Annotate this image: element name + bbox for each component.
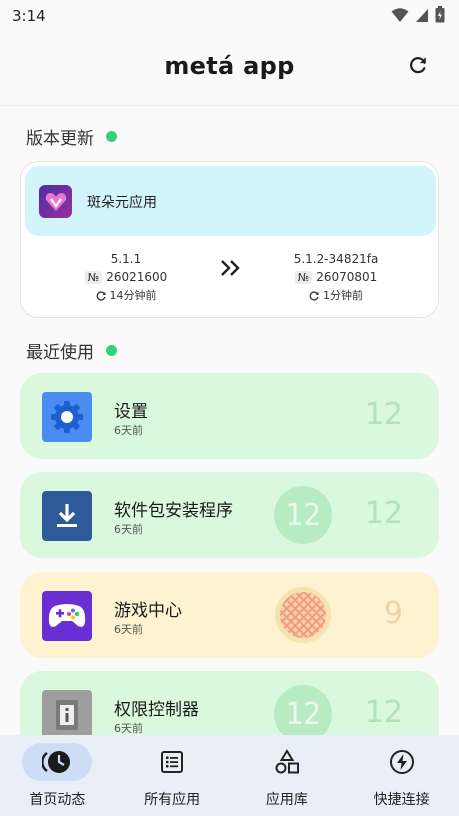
- shapes-icon: [275, 749, 299, 774]
- list-icon: [161, 751, 184, 773]
- download-icon: [42, 491, 92, 541]
- old-version: 5.1.1: [110, 252, 142, 266]
- double-chevron-right-icon: [221, 260, 240, 276]
- status-icons: [391, 6, 445, 23]
- app-name: 游戏中心: [114, 601, 182, 621]
- android-12-badge-icon: 12: [274, 486, 332, 544]
- app-name: 软件包安装程序: [114, 501, 233, 521]
- gamepad-icon: [42, 591, 92, 641]
- old-age-text: 14分钟前: [109, 289, 157, 302]
- api-level: 12: [364, 695, 403, 730]
- old-code-value: 26021600: [106, 270, 168, 284]
- clock-icon: [42, 751, 71, 773]
- status-time: 3:14: [12, 7, 46, 25]
- badge-label: 12: [284, 696, 322, 732]
- recent-section-header: 最近使用: [26, 338, 117, 363]
- recent-item-settings[interactable]: 设置 6天前 12: [20, 373, 439, 459]
- old-version-code: № 26021600: [51, 269, 201, 286]
- banduo-app-icon: [39, 185, 72, 218]
- refresh-button[interactable]: [405, 52, 431, 78]
- new-version-code: № 26070801: [261, 269, 411, 286]
- app-name: 权限控制器: [114, 700, 199, 720]
- android-pie-badge-icon: [274, 586, 332, 644]
- nav-item-quick-connect[interactable]: 快捷连接: [344, 735, 459, 816]
- nav-label: 快捷连接: [373, 792, 430, 808]
- api-level: 9: [383, 596, 403, 631]
- refresh-icon: [410, 57, 426, 74]
- old-version-age: 14分钟前: [51, 288, 201, 303]
- recent-section-label: 最近使用: [26, 343, 94, 363]
- old-version-info: 5.1.1 № 26021600 14分钟前: [51, 252, 201, 303]
- nav-item-all-apps[interactable]: 所有应用: [115, 735, 230, 816]
- api-level: 12: [364, 496, 403, 531]
- number-sign: №: [294, 271, 313, 284]
- app-last-used: 6天前: [114, 722, 143, 735]
- app-bar: metá app: [0, 32, 459, 106]
- app-title: metá app: [164, 52, 295, 80]
- nav-label: 应用库: [265, 792, 308, 808]
- nav-item-home[interactable]: 首页动态: [0, 735, 115, 816]
- badge-label: 12: [284, 497, 322, 533]
- status-dot: [106, 345, 117, 356]
- updates-section-label: 版本更新: [26, 129, 94, 149]
- new-code-value: 26070801: [316, 270, 378, 284]
- wifi-icon: [391, 7, 409, 22]
- app-last-used: 6天前: [114, 424, 143, 437]
- permission-icon: [42, 690, 92, 740]
- nav-active-indicator: [22, 743, 93, 781]
- bolt-icon: [389, 750, 414, 774]
- bottom-navigation: 首页动态 所有应用 应用库 快捷连接: [0, 735, 459, 816]
- new-version: 5.1.2-34821fa: [293, 252, 379, 266]
- history-icon: [309, 290, 319, 301]
- status-dot: [106, 131, 117, 142]
- update-card-header: 斑朵元应用: [25, 166, 436, 236]
- number-sign: №: [84, 271, 103, 284]
- signal-icon: [416, 8, 428, 22]
- settings-icon: [42, 392, 92, 442]
- update-app-name: 斑朵元应用: [87, 195, 157, 211]
- api-level: 12: [364, 397, 403, 432]
- app-last-used: 6天前: [114, 623, 143, 636]
- nav-item-app-library[interactable]: 应用库: [230, 735, 345, 816]
- nav-label: 首页动态: [29, 792, 86, 808]
- nav-label: 所有应用: [144, 792, 201, 808]
- new-version-age: 1分钟前: [261, 288, 411, 303]
- update-card[interactable]: 斑朵元应用 5.1.1 № 26021600 14分钟前 5.1.2-34821f…: [20, 161, 439, 318]
- recent-item-game-center[interactable]: 游戏中心 6天前 9: [20, 572, 439, 658]
- app-name: 设置: [114, 402, 148, 422]
- battery-icon: [435, 6, 445, 23]
- new-age-text: 1分钟前: [323, 289, 363, 302]
- recent-item-package-installer[interactable]: 软件包安装程序 6天前 12 12: [20, 472, 439, 558]
- new-version-info: 5.1.2-34821fa № 26070801 1分钟前: [261, 252, 411, 303]
- status-bar: 3:14: [0, 0, 459, 32]
- updates-section-header: 版本更新: [26, 124, 117, 149]
- history-icon: [96, 290, 106, 301]
- app-last-used: 6天前: [114, 523, 143, 536]
